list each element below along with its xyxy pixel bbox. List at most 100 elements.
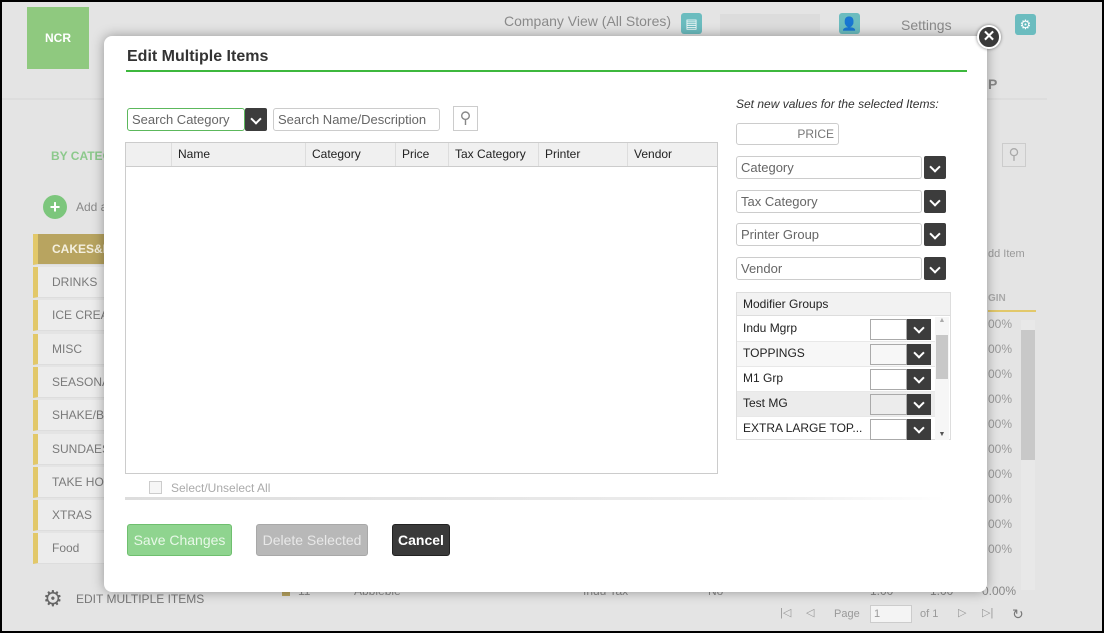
user-icon[interactable]: 👤 xyxy=(839,13,860,34)
category-item[interactable]: TAKE HOM xyxy=(33,467,113,498)
modifier-group-row[interactable]: EXTRA LARGE TOP... xyxy=(737,417,935,442)
modifier-select[interactable] xyxy=(870,319,907,340)
category-item[interactable]: SHAKE/BL xyxy=(33,400,113,431)
search-category-input[interactable]: Search Category xyxy=(127,108,245,131)
column-header-name[interactable]: Name xyxy=(172,143,306,166)
modifier-dropdown-button[interactable] xyxy=(907,319,931,340)
category-item[interactable]: XTRAS xyxy=(33,500,113,531)
vendor-select[interactable]: Vendor xyxy=(736,257,922,280)
edit-multiple-items-dialog: Edit Multiple Items Search Category Sear… xyxy=(104,36,987,592)
close-dialog-button[interactable]: ✕ xyxy=(977,25,1001,49)
margin-cell: 00% xyxy=(988,392,1013,406)
category-item[interactable]: CAKES&P xyxy=(33,234,113,265)
margin-cell: 00% xyxy=(988,367,1013,381)
by-category-tab[interactable]: BY CATEG xyxy=(51,149,112,163)
price-input[interactable]: PRICE xyxy=(736,123,839,145)
close-icon: ✕ xyxy=(982,28,996,45)
modifier-group-row[interactable]: Test MG xyxy=(737,392,935,417)
chevron-down-icon xyxy=(929,228,941,240)
column-header-tax-category[interactable]: Tax Category xyxy=(449,143,539,166)
first-page-icon[interactable]: |◁ xyxy=(780,606,791,619)
header-underline xyxy=(988,310,1036,312)
row-margin: 0.00% xyxy=(982,584,1017,598)
category-select[interactable]: Category xyxy=(736,156,922,179)
search-name-input[interactable]: Search Name/Description xyxy=(273,108,440,131)
grid-scrollbar[interactable] xyxy=(1021,320,1035,590)
chevron-down-icon xyxy=(913,347,925,359)
items-table: Name Category Price Tax Category Printer… xyxy=(125,142,718,474)
gear-icon[interactable]: ⚙ xyxy=(1015,14,1036,35)
modifier-select[interactable] xyxy=(870,419,907,440)
vendor-dropdown-button[interactable] xyxy=(924,257,946,280)
modifier-select[interactable] xyxy=(870,369,907,390)
select-all-label[interactable]: Select/Unselect All xyxy=(171,481,270,495)
column-header-vendor[interactable]: Vendor xyxy=(628,143,717,166)
margin-cell: 00% xyxy=(988,542,1013,556)
tax-category-dropdown-button[interactable] xyxy=(924,190,946,213)
modifier-dropdown-button[interactable] xyxy=(907,369,931,390)
modifier-scrollbar[interactable]: ▲ ▼ xyxy=(935,317,949,440)
company-view-label[interactable]: Company View (All Stores) xyxy=(504,13,671,29)
prev-page-icon[interactable]: ◁ xyxy=(806,606,814,619)
category-item[interactable]: SEASONA xyxy=(33,367,113,398)
ncr-logo: NCR xyxy=(27,7,89,69)
modifier-dropdown-button[interactable] xyxy=(907,394,931,415)
search-button[interactable]: ⚲ xyxy=(453,106,478,131)
add-item-label[interactable]: dd Item xyxy=(988,248,1025,260)
category-item[interactable]: Food xyxy=(33,533,113,564)
category-item[interactable]: MISC xyxy=(33,334,113,365)
page-count: of 1 xyxy=(920,608,939,620)
printer-group-dropdown-button[interactable] xyxy=(924,223,946,246)
chevron-down-icon xyxy=(929,161,941,173)
margin-cell: 00% xyxy=(988,417,1013,431)
category-item[interactable]: SUNDAES xyxy=(33,434,113,465)
settings-link[interactable]: Settings xyxy=(901,17,952,33)
search-category-dropdown-button[interactable] xyxy=(245,108,267,131)
margin-cell: 00% xyxy=(988,517,1013,531)
chevron-down-icon xyxy=(250,113,262,125)
modifier-group-row[interactable]: M1 Grp xyxy=(737,367,935,392)
category-item[interactable]: DRINKS xyxy=(33,267,113,298)
modifier-groups-header: Modifier Groups xyxy=(737,293,950,316)
store-icon[interactable]: ▤ xyxy=(681,13,702,34)
category-dropdown-button[interactable] xyxy=(924,156,946,179)
cancel-button[interactable]: Cancel xyxy=(392,524,450,556)
column-header-category[interactable]: Category xyxy=(306,143,396,166)
modifier-group-row[interactable]: Indu Mgrp xyxy=(737,317,935,342)
select-column-header xyxy=(126,143,172,166)
page-input[interactable]: 1 xyxy=(870,605,912,623)
dialog-title: Edit Multiple Items xyxy=(127,48,269,65)
pager: |◁ ◁ Page 1 of 1 ▷ ▷| ↻ xyxy=(780,605,1040,624)
column-header-printer[interactable]: Printer xyxy=(539,143,628,166)
search-icon: ⚲ xyxy=(459,110,472,127)
tax-category-select[interactable]: Tax Category xyxy=(736,190,922,213)
select-all-checkbox[interactable] xyxy=(149,481,162,494)
search-icon[interactable]: ⚲ xyxy=(1002,143,1026,167)
add-category-label[interactable]: Add a xyxy=(76,200,107,214)
category-item[interactable]: ICE CREA xyxy=(33,300,113,331)
chevron-down-icon xyxy=(913,397,925,409)
margin-column-header: GIN xyxy=(988,293,1006,304)
save-changes-button[interactable]: Save Changes xyxy=(127,524,232,556)
title-underline xyxy=(126,70,967,72)
refresh-icon[interactable]: ↻ xyxy=(1012,606,1024,623)
set-values-heading: Set new values for the selected Items: xyxy=(736,97,939,111)
last-page-icon[interactable]: ▷| xyxy=(982,606,993,619)
margin-cell: 00% xyxy=(988,442,1013,456)
printer-group-select[interactable]: Printer Group xyxy=(736,223,922,246)
chevron-down-icon xyxy=(929,195,941,207)
add-category-icon[interactable]: + xyxy=(43,195,67,219)
delete-selected-button[interactable]: Delete Selected xyxy=(256,524,368,556)
margin-cell: 00% xyxy=(988,317,1013,331)
modifier-dropdown-button[interactable] xyxy=(907,419,931,440)
modifier-select[interactable] xyxy=(870,344,907,365)
margin-cell: 00% xyxy=(988,467,1013,481)
next-page-icon[interactable]: ▷ xyxy=(958,606,966,619)
chevron-down-icon xyxy=(913,372,925,384)
modifier-dropdown-button[interactable] xyxy=(907,344,931,365)
page-title-partial: P xyxy=(988,76,998,92)
modifier-group-row[interactable]: TOPPINGS xyxy=(737,342,935,367)
column-header-price[interactable]: Price xyxy=(396,143,449,166)
modifier-select[interactable] xyxy=(870,394,907,415)
margin-cell: 00% xyxy=(988,492,1013,506)
